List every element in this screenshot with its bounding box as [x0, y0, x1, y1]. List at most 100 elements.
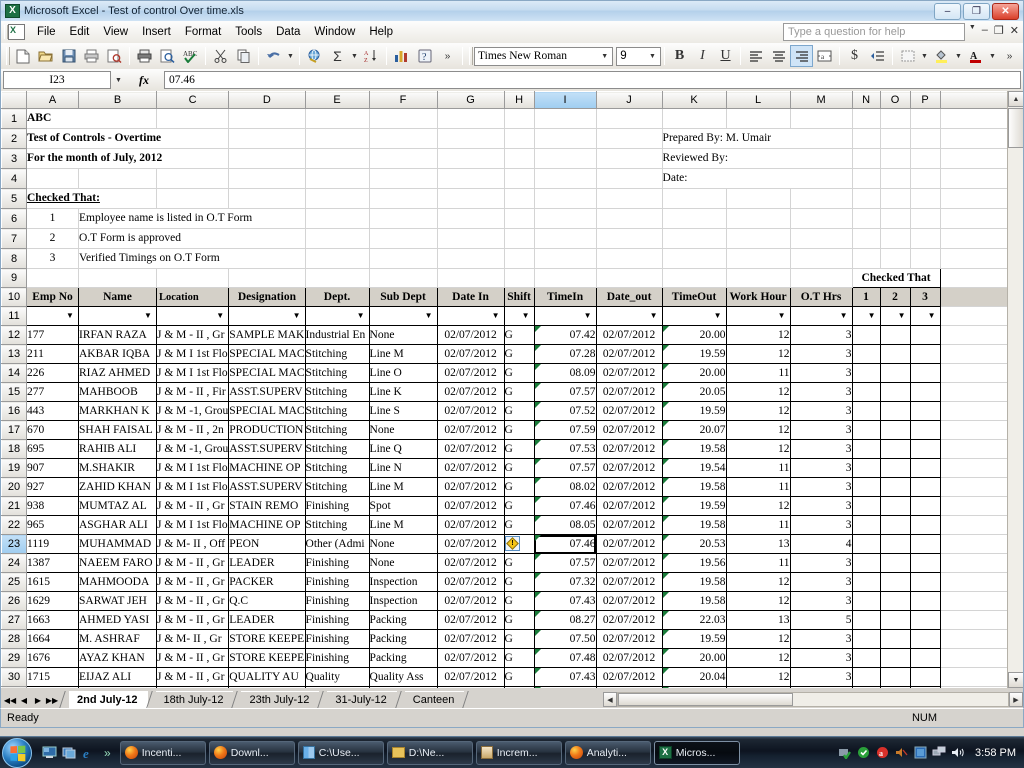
internet-explorer-icon[interactable]: e — [81, 744, 98, 761]
filter-location[interactable]: ▼ — [155, 306, 230, 326]
cell-work-hours-24[interactable]: 11 — [725, 553, 791, 573]
cell-ot-hrs-12[interactable]: 3 — [789, 325, 853, 345]
cell-sub-dept-25[interactable]: Inspection — [368, 572, 438, 592]
menu-window[interactable]: Window — [307, 24, 362, 40]
cell-G5[interactable] — [437, 188, 505, 209]
cell-D5[interactable] — [228, 188, 306, 209]
cell-sub-dept-28[interactable]: Packing — [368, 629, 438, 649]
cell-time-out-15[interactable]: 20.05 — [661, 382, 727, 402]
row-header-16[interactable]: 16 — [1, 401, 27, 421]
col-header-H[interactable]: H — [503, 91, 535, 109]
th-ot-hrs[interactable]: O.T Hrs — [789, 287, 853, 307]
cell-dept-13[interactable]: Stitching — [304, 344, 370, 364]
cell-ot-hrs-15[interactable]: 3 — [789, 382, 853, 402]
new-icon[interactable] — [11, 45, 34, 67]
cell-designation-12[interactable]: SAMPLE MAK — [228, 325, 306, 345]
cell-K8[interactable] — [662, 248, 727, 269]
cell-time-in-24[interactable]: 07.57 — [533, 553, 597, 573]
row-header-20[interactable]: 20 — [1, 477, 27, 497]
th-dept[interactable]: Dept. — [304, 287, 370, 307]
cell-emp-no-25[interactable]: 1615 — [26, 572, 79, 592]
cell-E9[interactable] — [305, 268, 370, 288]
cell-work-hours-14[interactable]: 11 — [725, 363, 791, 383]
row-header-28[interactable]: 28 — [1, 629, 27, 649]
fill-color-dropdown-icon[interactable]: ▼ — [953, 45, 964, 67]
cell-rest-20[interactable] — [940, 477, 1013, 497]
cell-check-2-25[interactable] — [879, 572, 911, 592]
cell-shift-29[interactable]: G — [503, 648, 535, 668]
filter-check-2[interactable]: ▼ — [879, 306, 911, 326]
cell-rest-13[interactable] — [940, 344, 1013, 364]
cell-time-in-21[interactable]: 07.46 — [533, 496, 597, 516]
show-desktop-icon[interactable] — [41, 744, 58, 761]
cell-sub-dept-24[interactable]: None — [368, 553, 438, 573]
cell-sub-dept-20[interactable]: Line M — [368, 477, 438, 497]
cell-designation-29[interactable]: STORE KEEPE — [228, 648, 306, 668]
row-header-25[interactable]: 25 — [1, 572, 27, 592]
cell-O7[interactable] — [880, 228, 911, 249]
cell-designation-21[interactable]: STAIN REMO — [228, 496, 306, 516]
col-header-A[interactable]: A — [26, 91, 79, 109]
cell-date-out-24[interactable]: 02/07/2012 — [595, 553, 663, 573]
cell-E5[interactable] — [305, 188, 370, 209]
cell-shift-27[interactable]: G — [503, 610, 535, 630]
cell-check-2-24[interactable] — [879, 553, 911, 573]
borders-icon[interactable] — [896, 45, 919, 67]
cell-date-in-12[interactable]: 02/07/2012 — [436, 325, 505, 345]
cell-name-18[interactable]: RAHIB ALI — [78, 439, 157, 459]
cell-sub-dept-26[interactable]: Inspection — [368, 591, 438, 611]
cell-check-3-16[interactable] — [909, 401, 941, 421]
cell-emp-no-24[interactable]: 1387 — [26, 553, 79, 573]
copy-icon[interactable] — [232, 45, 255, 67]
cell-check-1-22[interactable] — [851, 515, 881, 535]
cell-H4[interactable] — [504, 168, 535, 189]
cell-date-out-26[interactable]: 02/07/2012 — [595, 591, 663, 611]
volume-icon[interactable] — [951, 746, 965, 760]
formula-input[interactable]: 07.46 — [164, 71, 1021, 89]
cell-check-3-13[interactable] — [909, 344, 941, 364]
cell-time-in-29[interactable]: 07.48 — [533, 648, 597, 668]
cell-check-3-27[interactable] — [909, 610, 941, 630]
cell-date-in-22[interactable]: 02/07/2012 — [436, 515, 505, 535]
cell-N7[interactable] — [852, 228, 881, 249]
cell-rest-8[interactable] — [940, 248, 1013, 269]
row-header-4[interactable]: 4 — [1, 168, 27, 189]
update-icon[interactable] — [856, 746, 870, 760]
cell-check-1-19[interactable] — [851, 458, 881, 478]
cell-time-in-17[interactable]: 07.59 — [533, 420, 597, 440]
switch-window-icon[interactable] — [61, 744, 78, 761]
cell-date-in-21[interactable]: 02/07/2012 — [436, 496, 505, 516]
cell-sub-dept-18[interactable]: Line Q — [368, 439, 438, 459]
cell-designation-18[interactable]: ASST.SUPERV — [228, 439, 306, 459]
horizontal-scroll-thumb[interactable] — [618, 693, 793, 706]
cell-date-out-20[interactable]: 02/07/2012 — [595, 477, 663, 497]
cell-ot-hrs-19[interactable]: 3 — [789, 458, 853, 478]
cell-C4[interactable] — [156, 168, 230, 189]
cell-F3[interactable] — [369, 148, 438, 169]
standard-toolbar-grip[interactable] — [3, 45, 11, 67]
cell-H6[interactable] — [504, 208, 535, 229]
cell-location-25[interactable]: J & M - II , Gr — [155, 572, 230, 592]
filter-shift[interactable]: ▼ — [503, 306, 535, 326]
cell-P6[interactable] — [910, 208, 941, 229]
th-time-out[interactable]: TimeOut — [661, 287, 727, 307]
cell-time-in-26[interactable]: 07.43 — [533, 591, 597, 611]
cell-ot-hrs-25[interactable]: 3 — [789, 572, 853, 592]
row-header-15[interactable]: 15 — [1, 382, 27, 402]
col-header-rest[interactable] — [939, 91, 1013, 109]
font-size-dropdown-icon[interactable]: ▼ — [645, 48, 660, 65]
cell-dept-15[interactable]: Stitching — [304, 382, 370, 402]
th-check-2[interactable]: 2 — [879, 287, 911, 307]
font-size-combo[interactable]: 9 ▼ — [616, 46, 661, 66]
cell-name-19[interactable]: M.SHAKIR — [78, 458, 157, 478]
cell-date-out-18[interactable]: 02/07/2012 — [595, 439, 663, 459]
row-header-22[interactable]: 22 — [1, 515, 27, 535]
cell-dept-16[interactable]: Stitching — [304, 401, 370, 421]
cell-check-3-26[interactable] — [909, 591, 941, 611]
cell-time-in-20[interactable]: 08.02 — [533, 477, 597, 497]
cell-A1[interactable]: ABC — [26, 108, 157, 129]
search-icon[interactable] — [156, 45, 179, 67]
select-all-corner[interactable] — [1, 91, 27, 109]
cell-shift-16[interactable]: G — [503, 401, 535, 421]
cell-I6[interactable] — [534, 208, 597, 229]
